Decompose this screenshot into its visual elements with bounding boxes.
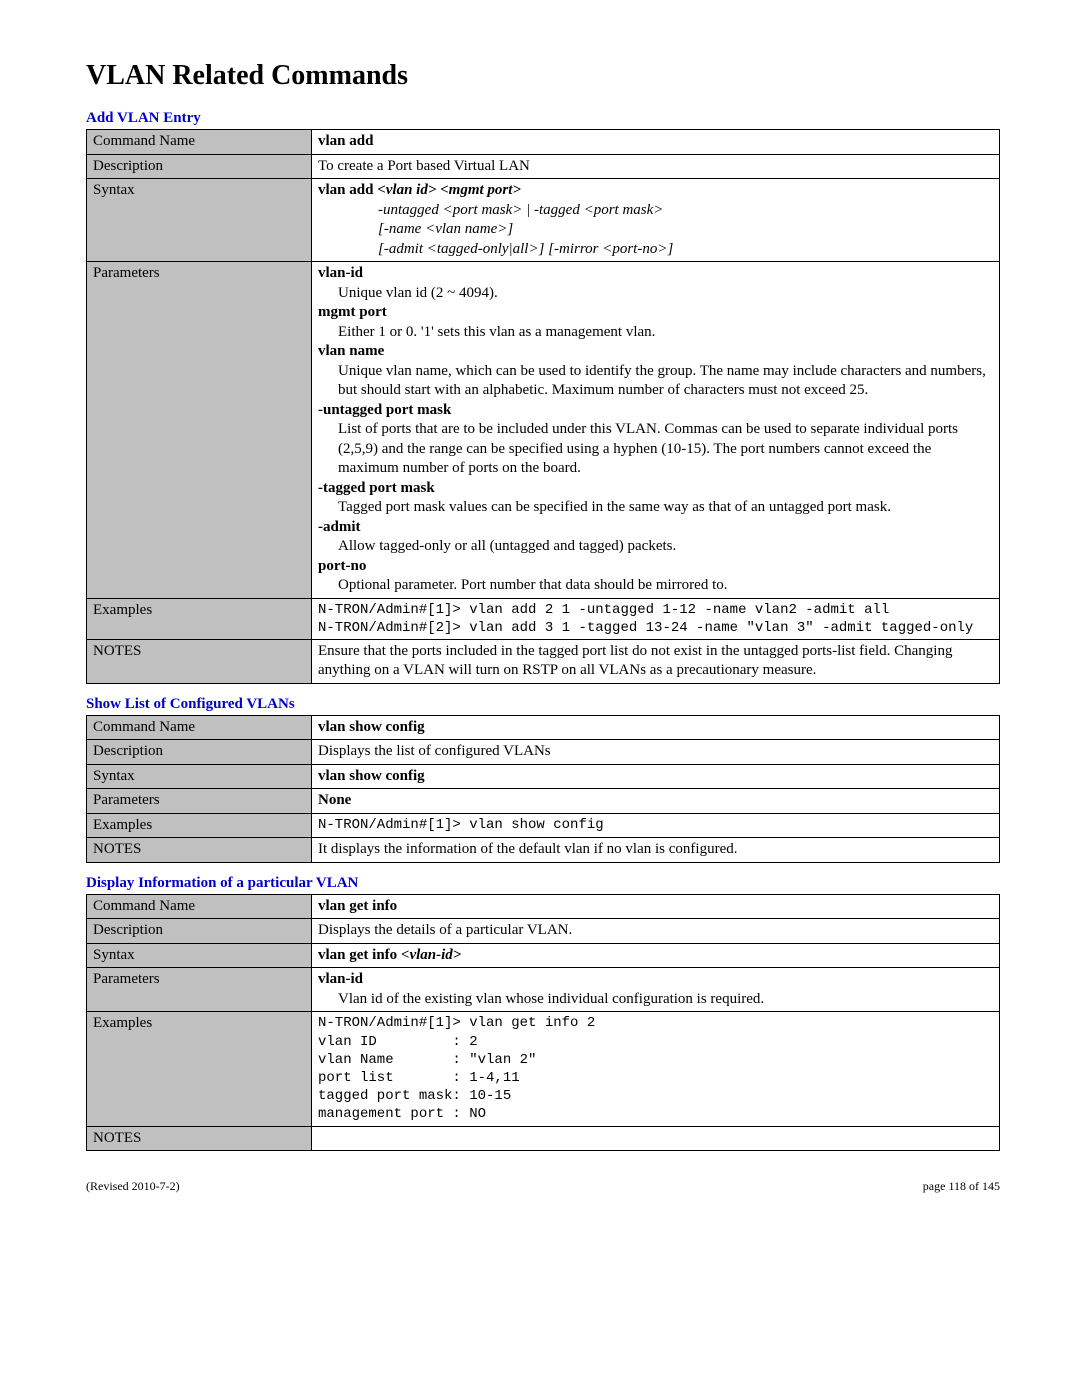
cell-notes: It displays the information of the defau… xyxy=(312,838,1000,863)
row-label-examples: Examples xyxy=(87,813,312,838)
row-label-parameters: Parameters xyxy=(87,968,312,1012)
cell-examples: N-TRON/Admin#[1]> vlan add 2 1 -untagged… xyxy=(312,598,1000,639)
cell-command-name: vlan get info xyxy=(312,894,1000,919)
row-label-command-name: Command Name xyxy=(87,130,312,155)
row-label-syntax: Syntax xyxy=(87,943,312,968)
cell-notes xyxy=(312,1126,1000,1151)
row-label-notes: NOTES xyxy=(87,639,312,683)
page-footer: (Revised 2010-7-2) page 118 of 145 xyxy=(86,1179,1000,1194)
cell-parameters: vlan-idUnique vlan id (2 ~ 4094). mgmt p… xyxy=(312,262,1000,599)
cell-description: To create a Port based Virtual LAN xyxy=(312,154,1000,179)
cell-description: Displays the details of a particular VLA… xyxy=(312,919,1000,944)
cell-syntax: vlan get info <vlan-id> xyxy=(312,943,1000,968)
cell-description: Displays the list of configured VLANs xyxy=(312,740,1000,765)
footer-revised: (Revised 2010-7-2) xyxy=(86,1179,180,1194)
section-title-add-vlan: Add VLAN Entry xyxy=(86,110,1000,127)
footer-page-number: page 118 of 145 xyxy=(923,1179,1000,1194)
row-label-examples: Examples xyxy=(87,598,312,639)
row-label-syntax: Syntax xyxy=(87,179,312,262)
cell-parameters: vlan-idVlan id of the existing vlan whos… xyxy=(312,968,1000,1012)
row-label-syntax: Syntax xyxy=(87,764,312,789)
row-label-examples: Examples xyxy=(87,1012,312,1126)
section-title-show-vlans: Show List of Configured VLANs xyxy=(86,696,1000,713)
row-label-command-name: Command Name xyxy=(87,715,312,740)
table-show-vlans: Command Name vlan show config Descriptio… xyxy=(86,715,1000,863)
cell-syntax: vlan add <vlan id> <mgmt port> -untagged… xyxy=(312,179,1000,262)
cell-command-name: vlan add xyxy=(312,130,1000,155)
row-label-notes: NOTES xyxy=(87,838,312,863)
section-title-vlan-info: Display Information of a particular VLAN xyxy=(86,875,1000,892)
table-vlan-info: Command Name vlan get info Description D… xyxy=(86,894,1000,1151)
cell-command-name: vlan show config xyxy=(312,715,1000,740)
row-label-parameters: Parameters xyxy=(87,789,312,814)
cell-notes: Ensure that the ports included in the ta… xyxy=(312,639,1000,683)
cell-examples: N-TRON/Admin#[1]> vlan get info 2 vlan I… xyxy=(312,1012,1000,1126)
row-label-description: Description xyxy=(87,740,312,765)
row-label-notes: NOTES xyxy=(87,1126,312,1151)
row-label-command-name: Command Name xyxy=(87,894,312,919)
cell-parameters: None xyxy=(312,789,1000,814)
row-label-parameters: Parameters xyxy=(87,262,312,599)
page-title: VLAN Related Commands xyxy=(86,60,1000,92)
cell-syntax: vlan show config xyxy=(312,764,1000,789)
cell-examples: N-TRON/Admin#[1]> vlan show config xyxy=(312,813,1000,838)
row-label-description: Description xyxy=(87,154,312,179)
row-label-description: Description xyxy=(87,919,312,944)
table-add-vlan: Command Name vlan add Description To cre… xyxy=(86,129,1000,684)
